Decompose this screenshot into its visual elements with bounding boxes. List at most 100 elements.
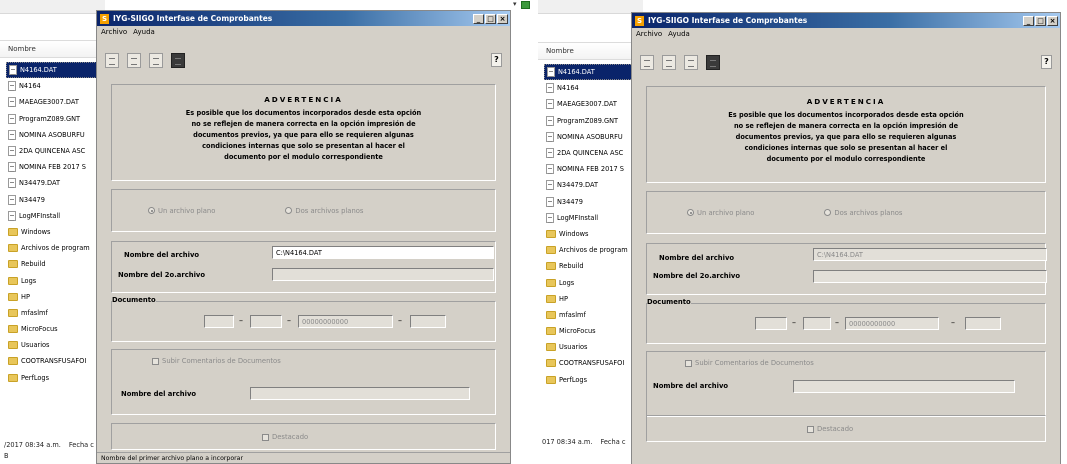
file-list-item[interactable]: NOMINA ASOBURFU — [544, 129, 643, 145]
file-list-item[interactable]: NOMINA FEB 2017 S — [6, 159, 105, 175]
doc-prefix-input[interactable] — [250, 315, 282, 328]
file2-name-input[interactable] — [813, 270, 1047, 283]
radio-one-file[interactable]: Un archivo plano — [148, 207, 215, 215]
file-list-item[interactable]: N4164 — [6, 78, 105, 94]
file-list-item[interactable]: ProgramZ089.GNT — [544, 113, 643, 129]
file-list-item[interactable]: N34479.DAT — [544, 177, 643, 193]
file-list-item[interactable]: MAEAGE3007.DAT — [6, 94, 105, 110]
comments-checkbox[interactable]: Subir Comentarios de Documentos — [152, 357, 281, 365]
menu-ayuda[interactable]: Ayuda — [668, 30, 690, 38]
file-list-item[interactable]: LogMFInstall — [6, 208, 105, 224]
comments-file-input[interactable] — [250, 387, 470, 400]
file-list-item[interactable]: Logs — [6, 272, 105, 288]
tray-app-icon[interactable] — [521, 1, 530, 9]
maximize-button[interactable]: □ — [485, 13, 496, 24]
file-list-item[interactable]: COOTRANSFUSAFOI — [6, 353, 105, 369]
maximize-button[interactable]: □ — [1035, 15, 1046, 26]
menu-archivo[interactable]: Archivo — [101, 28, 127, 36]
file-list-item[interactable]: mfaslmf — [6, 305, 105, 321]
file-list-item[interactable]: Archivos de program — [6, 240, 105, 256]
file-list-item[interactable]: NOMINA ASOBURFU — [6, 127, 105, 143]
file-list-item[interactable]: N4164.DAT — [544, 64, 643, 81]
radio-two-files[interactable]: Dos archivos planos — [285, 207, 363, 215]
doc-suffix-input[interactable] — [410, 315, 446, 328]
file-list-item[interactable]: LogMFInstall — [544, 210, 643, 226]
radio-one-file[interactable]: Un archivo plano — [687, 209, 754, 217]
file-list-item[interactable]: Rebuild — [544, 258, 643, 274]
file-list-item[interactable]: Usuarios — [544, 339, 643, 355]
file-list-item[interactable]: 2DA QUINCENA ASC — [6, 143, 105, 159]
file-list-item[interactable]: N4164 — [544, 80, 643, 96]
file-name: N4164 — [19, 82, 41, 91]
binoculars-icon[interactable] — [171, 52, 185, 68]
file-list-item[interactable]: N4164.DAT — [6, 62, 105, 79]
file2-name-input[interactable] — [272, 268, 494, 281]
document-icon — [8, 194, 16, 205]
file-list-item[interactable]: HP — [6, 289, 105, 305]
file-list-item[interactable]: PerfLogs — [544, 372, 643, 388]
file-name: MAEAGE3007.DAT — [557, 100, 617, 109]
file-list-item[interactable]: MicroFocus — [544, 323, 643, 339]
title-bar[interactable]: S IYG-SIIGO Interfase de Comprobantes _ … — [632, 13, 1060, 28]
file-list-item[interactable]: Windows — [544, 226, 643, 242]
document-icon — [8, 146, 16, 157]
file-list-item[interactable]: PerfLogs — [6, 370, 105, 386]
file-list-item[interactable]: Windows — [6, 224, 105, 240]
destacado-checkbox[interactable]: Destacado — [262, 433, 308, 441]
folder-icon — [546, 229, 556, 238]
file-list-item[interactable]: N34479 — [6, 192, 105, 208]
file-list-item[interactable]: MicroFocus — [6, 321, 105, 337]
preview-icon[interactable] — [149, 52, 163, 68]
file-name: HP — [559, 294, 568, 303]
file-list-item[interactable]: N34479 — [544, 194, 643, 210]
menu-ayuda[interactable]: Ayuda — [133, 28, 155, 36]
file-list-item[interactable]: Logs — [544, 274, 643, 290]
comments-checkbox[interactable]: Subir Comentarios de Documentos — [685, 359, 814, 367]
exit-door-icon[interactable] — [105, 52, 119, 68]
print-icon[interactable] — [127, 52, 141, 68]
warning-line: Es posible que los documentos incorporad… — [728, 111, 964, 119]
file-list-item[interactable]: 2DA QUINCENA ASC — [544, 145, 643, 161]
help-button[interactable]: ? — [491, 53, 502, 67]
doc-prefix-input[interactable] — [803, 317, 831, 330]
file-name: 2DA QUINCENA ASC — [557, 149, 624, 158]
column-header-name[interactable]: Nombre — [538, 42, 643, 60]
file-list-item[interactable]: MAEAGE3007.DAT — [544, 96, 643, 112]
folder-icon — [546, 278, 556, 287]
chevron-down-icon[interactable]: ▾ — [513, 0, 517, 8]
close-button[interactable]: × — [1047, 15, 1058, 26]
minimize-button[interactable]: _ — [1023, 15, 1034, 26]
preview-icon[interactable] — [684, 54, 698, 70]
doc-number-input[interactable]: 00000000000 — [298, 315, 393, 328]
menu-archivo[interactable]: Archivo — [636, 30, 662, 38]
doc-number-input[interactable]: 00000000000 — [845, 317, 939, 330]
minimize-button[interactable]: _ — [473, 13, 484, 24]
file-name-input[interactable]: C:\N4164.DAT — [813, 248, 1047, 261]
doc-type-input[interactable] — [755, 317, 787, 330]
doc-type-input[interactable] — [204, 315, 234, 328]
file-list-item[interactable]: N34479.DAT — [6, 175, 105, 191]
destacado-checkbox[interactable]: Destacado — [807, 425, 853, 433]
file-list-item[interactable]: COOTRANSFUSAFOI — [544, 355, 643, 371]
file-list-item[interactable]: mfaslmf — [544, 307, 643, 323]
comments-file-input[interactable] — [793, 380, 1015, 393]
exit-door-icon[interactable] — [640, 54, 654, 70]
file-name: Archivos de program — [21, 244, 90, 253]
file-name-input[interactable]: C:\N4164.DAT — [272, 246, 494, 259]
help-button[interactable]: ? — [1041, 55, 1052, 69]
column-header-name[interactable]: Nombre — [0, 40, 105, 58]
file-list-item[interactable]: Usuarios — [6, 337, 105, 353]
title-bar[interactable]: S IYG-SIIGO Interfase de Comprobantes _ … — [97, 11, 510, 26]
doc-suffix-input[interactable] — [965, 317, 1001, 330]
binoculars-icon[interactable] — [706, 54, 720, 70]
print-icon[interactable] — [662, 54, 676, 70]
file-list-item[interactable]: Archivos de program — [544, 242, 643, 258]
file-list-item[interactable]: ProgramZ089.GNT — [6, 111, 105, 127]
close-button[interactable]: × — [497, 13, 508, 24]
radio-two-files[interactable]: Dos archivos planos — [824, 209, 902, 217]
file-list-item[interactable]: HP — [544, 291, 643, 307]
window-title: IYG-SIIGO Interfase de Comprobantes — [113, 14, 273, 23]
file-list-item[interactable]: NOMINA FEB 2017 S — [544, 161, 643, 177]
file-list-item[interactable]: Rebuild — [6, 256, 105, 272]
file-name: PerfLogs — [21, 373, 50, 382]
